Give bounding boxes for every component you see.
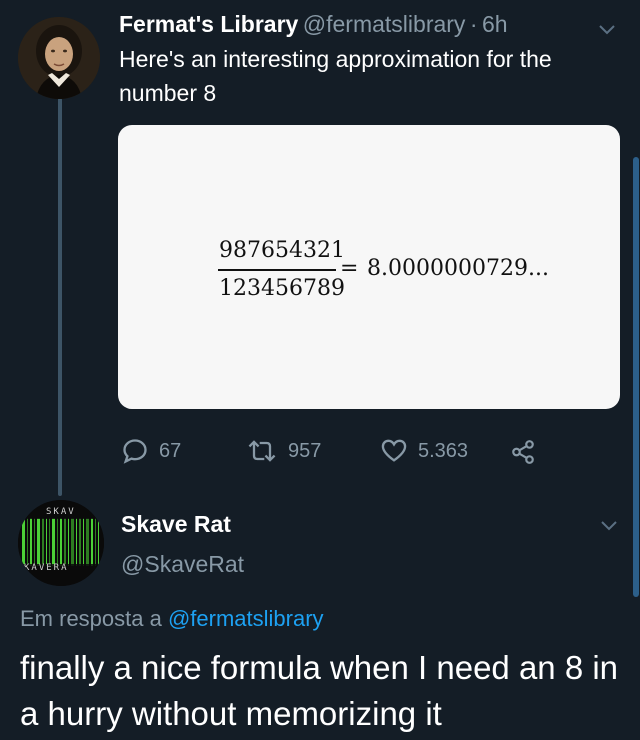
- reply-context: Em resposta a @fermatslibrary: [20, 606, 324, 632]
- author-handle[interactable]: @fermatslibrary: [303, 11, 466, 37]
- result-value: 8.0000000729: [367, 256, 528, 281]
- reply-to-link[interactable]: @fermatslibrary: [168, 606, 324, 631]
- portrait-image: [18, 17, 100, 99]
- reply-text: finally a nice formula when I need an 8 …: [20, 649, 619, 732]
- fraction-denominator: 123456789: [219, 276, 345, 301]
- thread-connector-line: [58, 98, 62, 496]
- approximation-result: 8.0000000729...: [367, 256, 549, 281]
- fraction-bar: [218, 269, 336, 271]
- equals-sign: =: [340, 256, 359, 281]
- fraction-numerator: 987654321: [219, 238, 345, 263]
- reply-prefix: Em resposta a: [20, 606, 162, 631]
- tweet-text: Here's an interesting approximation for …: [119, 46, 552, 106]
- fermat-avatar[interactable]: [18, 17, 100, 99]
- result-ellipsis: ...: [527, 256, 549, 281]
- math-image-card[interactable]: 987654321 123456789 = 8.0000000729...: [118, 125, 620, 409]
- reply-author-handle[interactable]: @SkaveRat: [121, 551, 244, 578]
- like-icon: [381, 439, 407, 462]
- like-action[interactable]: 5.363: [380, 437, 468, 465]
- retweet-icon: [248, 440, 276, 462]
- like-count: 5.363: [418, 439, 469, 462]
- avatar-top-text: SKAV: [46, 507, 76, 517]
- tweet-header: Fermat's Library @fermatslibrary · 6h: [119, 11, 508, 38]
- caret-down-icon[interactable]: [597, 513, 621, 542]
- reply-icon: [123, 439, 147, 464]
- skaverat-avatar[interactable]: SKAV KAVERA: [18, 500, 104, 586]
- scrollbar[interactable]: [633, 157, 639, 597]
- separator-dot: ·: [469, 11, 478, 37]
- share-icon[interactable]: [510, 439, 536, 470]
- timestamp[interactable]: 6h: [482, 11, 508, 37]
- reply-count: 67: [159, 439, 182, 462]
- author-name[interactable]: Fermat's Library: [119, 11, 298, 37]
- retweet-action[interactable]: 957: [246, 437, 321, 465]
- reply-action[interactable]: 67: [121, 437, 181, 465]
- reply-author-name[interactable]: Skave Rat: [121, 511, 231, 538]
- avatar-bottom-text: KAVERA: [24, 563, 69, 573]
- retweet-count: 957: [288, 439, 322, 462]
